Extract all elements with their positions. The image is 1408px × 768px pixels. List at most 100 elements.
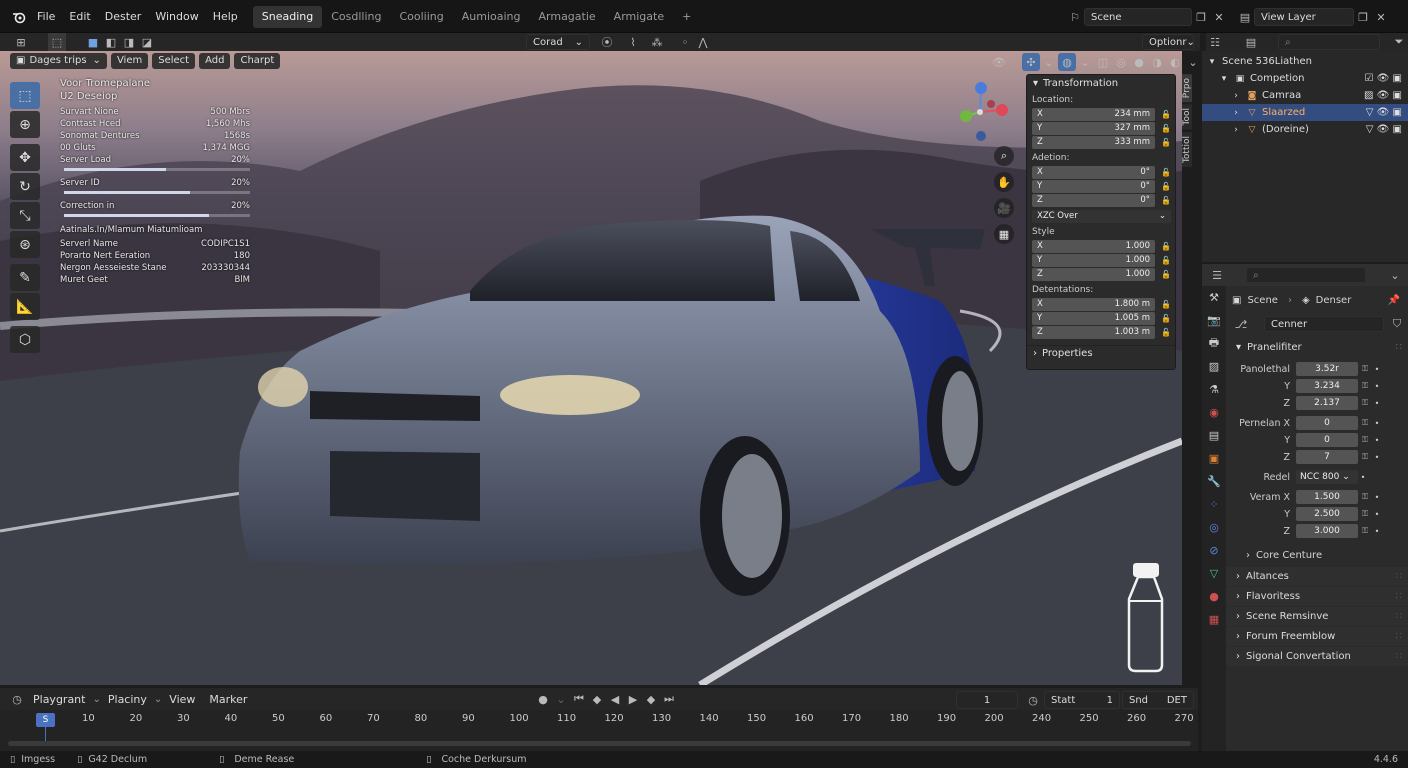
outliner-search-input[interactable]: ⌕ — [1278, 34, 1380, 50]
pan-hand-icon[interactable]: ✋ — [994, 172, 1014, 192]
move-tool-icon[interactable]: ✥ — [10, 144, 40, 171]
view-layer-icon[interactable]: ▤ — [1236, 8, 1254, 26]
driver-icon[interactable]: ⚿ — [1358, 452, 1372, 462]
core-centure-row[interactable]: › Core Centure — [1226, 545, 1408, 565]
proportional-edit-icon[interactable]: ◦ — [676, 33, 694, 51]
data-tab-icon[interactable]: ▽ — [1202, 562, 1226, 585]
keyframe-dot-icon[interactable]: • — [1372, 365, 1382, 374]
view-layer-selector[interactable]: View Layer — [1254, 8, 1354, 26]
properties-options-icon[interactable]: ⌄ — [1386, 266, 1404, 284]
sidebar-tab[interactable]: Tool — [1182, 104, 1192, 130]
rotate-tool-icon[interactable]: ↻ — [10, 173, 40, 200]
driver-icon[interactable]: ⚿ — [1358, 526, 1372, 536]
transform-orientation-dropdown[interactable]: Corad ⌄ — [526, 34, 590, 50]
adetion-y-field[interactable]: Y 0° — [1032, 179, 1155, 193]
xray-icon[interactable]: ◫ — [1094, 53, 1112, 71]
gizmo-toggle-icon[interactable]: ✣ — [1022, 53, 1040, 71]
particles-tab-icon[interactable]: ⁘ — [1202, 493, 1226, 516]
workspace-tab[interactable]: Armigate — [605, 6, 673, 28]
timeline-editor-icon[interactable]: ◷ — [8, 690, 26, 708]
add-menu[interactable]: Add — [199, 53, 231, 69]
render-tab-icon[interactable]: 📷 — [1202, 309, 1226, 332]
record-icon[interactable]: ● — [534, 690, 552, 708]
breadcrumb-denser[interactable]: Denser — [1316, 295, 1352, 306]
driver-icon[interactable]: ⚿ — [1358, 418, 1372, 428]
scene-tab-icon[interactable]: ⚗ — [1202, 378, 1226, 401]
properties-subpanel-header[interactable]: › Properties — [1027, 345, 1175, 361]
dims-z-field[interactable]: Z 1.003 m — [1032, 325, 1155, 339]
lock-icon[interactable]: 🔓 — [1161, 256, 1171, 265]
property-value-field[interactable]: 3.000 — [1296, 524, 1358, 538]
menu-dester[interactable]: Dester — [98, 10, 149, 23]
play-icon[interactable]: ▶ — [624, 690, 642, 708]
mode-subtract-icon[interactable]: ◨ — [120, 33, 138, 51]
overlay-dropdown-icon[interactable]: ⌄ — [1076, 53, 1094, 71]
object-tab-icon[interactable]: ▣ — [1202, 447, 1226, 470]
property-value-field[interactable]: 0 — [1296, 416, 1358, 430]
mode-new-icon[interactable]: ■ — [84, 33, 102, 51]
keyframe-dot-icon[interactable]: • — [1372, 436, 1382, 445]
constraints-tab-icon[interactable]: ⊘ — [1202, 539, 1226, 562]
pin-icon[interactable]: 📌 — [1388, 295, 1400, 306]
app-logo-icon[interactable] — [8, 6, 30, 28]
property-value-field[interactable]: 3.52r — [1296, 362, 1358, 376]
cursor-tool-icon[interactable]: ⊕ — [10, 111, 40, 138]
interaction-mode-dropdown[interactable]: ▣ Dages trips ⌄ — [10, 53, 107, 69]
measure-tool-icon[interactable]: 📐 — [10, 293, 40, 320]
gizmo-z-axis[interactable] — [975, 82, 987, 94]
collapsed-panel-header[interactable]: › Altances ∷ — [1226, 567, 1408, 586]
style-z-field[interactable]: Z 1.000 — [1032, 267, 1155, 281]
style-y-field[interactable]: Y 1.000 — [1032, 253, 1155, 267]
properties-editor-icon[interactable]: ☰ — [1208, 266, 1226, 284]
adetion-z-field[interactable]: Z 0° — [1032, 193, 1155, 207]
properties-search-input[interactable]: ⌕ — [1246, 267, 1366, 283]
keyframe-dot-icon[interactable]: • — [1372, 527, 1382, 536]
lock-icon[interactable]: 🔓 — [1161, 124, 1171, 133]
material-tab-icon[interactable]: ● — [1202, 585, 1226, 608]
panel-header[interactable]: ▾ Pranelifiter ∷ — [1226, 338, 1408, 357]
engine-icon[interactable]: ⎇ — [1232, 315, 1250, 333]
lock-icon[interactable]: 🔓 — [1161, 168, 1171, 177]
location-z-field[interactable]: Z 333 mm — [1032, 135, 1155, 149]
wireframe-shading-icon[interactable]: ◎ — [1112, 53, 1130, 71]
drag-handle-icon[interactable]: ∷ — [1396, 591, 1402, 602]
outliner-row[interactable]: ▾ ▣ Competion ☑ 👁 ▣ — [1202, 70, 1408, 87]
workspace-tab[interactable]: Cooliing — [390, 6, 452, 28]
lock-icon[interactable]: 🔓 — [1161, 270, 1171, 279]
shading-dropdown-icon[interactable]: ⌄ — [1184, 53, 1202, 71]
style-x-field[interactable]: X 1.000 — [1032, 239, 1155, 253]
start-frame-field[interactable]: Statt 1 — [1044, 691, 1120, 709]
end-frame-field[interactable]: Snd DET — [1122, 691, 1194, 709]
snap-target-icon[interactable]: ⁂ — [648, 33, 666, 51]
playhead[interactable]: S — [36, 713, 55, 727]
drag-handle-icon[interactable]: ∷ — [1396, 651, 1402, 662]
chart-menu[interactable]: Charpt — [234, 53, 281, 69]
filter-icon[interactable]: ⏷ — [1390, 33, 1408, 51]
physics-tab-icon[interactable]: ◎ — [1202, 516, 1226, 539]
driver-icon[interactable]: ⚿ — [1358, 435, 1372, 445]
collection-tab-icon[interactable]: ▤ — [1202, 424, 1226, 447]
driver-icon[interactable]: ⚿ — [1358, 509, 1372, 519]
jump-end-icon[interactable]: ⏭ — [660, 690, 678, 708]
menu-window[interactable]: Window — [148, 10, 205, 23]
sidebar-tab[interactable]: Tottiol — [1182, 131, 1192, 167]
record-options-icon[interactable]: ⌄ — [552, 690, 570, 708]
outliner-row[interactable]: › ◙ Camraa ▨ 👁 ▣ — [1202, 87, 1408, 104]
timeline-menu-marker[interactable]: Marker — [202, 693, 254, 706]
gizmo-x-axis[interactable] — [996, 104, 1008, 116]
select-menu[interactable]: Select — [152, 53, 196, 69]
lock-icon[interactable]: 🔓 — [1161, 196, 1171, 205]
select-tool-icon[interactable]: ⬚ — [10, 82, 40, 109]
grid-view-icon[interactable]: ▦ — [994, 224, 1014, 244]
property-value-field[interactable]: 7 — [1296, 450, 1358, 464]
dims-x-field[interactable]: X 1.800 m — [1032, 297, 1155, 311]
workspace-tab[interactable]: Armagatie — [530, 6, 605, 28]
clock-icon[interactable]: ◷ — [1024, 691, 1042, 709]
sidebar-tab[interactable]: Prpo — [1182, 74, 1192, 103]
collapsed-panel-header[interactable]: › Scene Remsinve ∷ — [1226, 607, 1408, 626]
outliner-editor-icon[interactable]: ☷ — [1206, 33, 1224, 51]
collapsed-panel-header[interactable]: › Sigonal Convertation ∷ — [1226, 647, 1408, 666]
scene-icon[interactable]: ⚐ — [1066, 8, 1084, 26]
options-dropdown[interactable]: Optionr ⌄ — [1142, 34, 1195, 50]
navigation-gizmo[interactable] — [948, 80, 1012, 144]
